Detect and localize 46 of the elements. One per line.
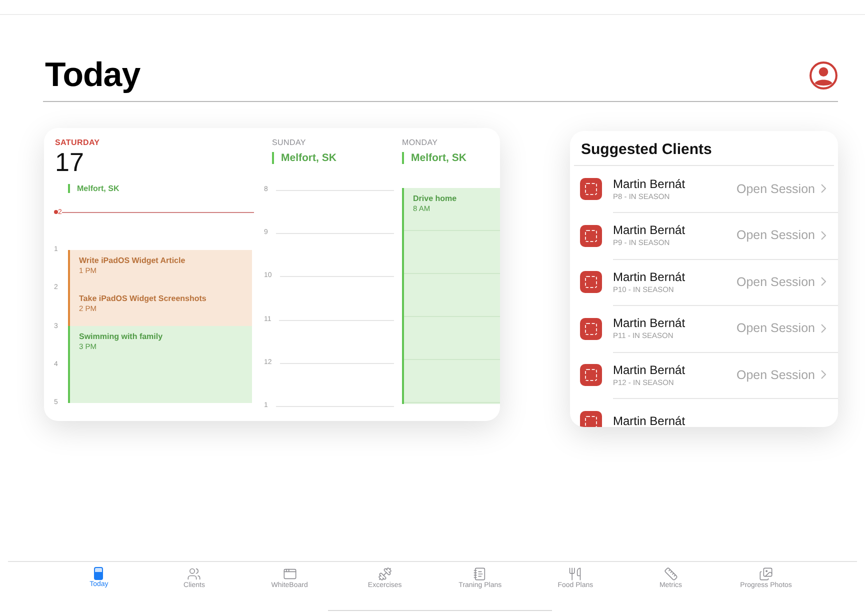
client-avatar-icon: [580, 271, 602, 294]
event-title: Write iPadOS Widget Article: [79, 256, 186, 265]
open-session-button[interactable]: Open Session: [736, 274, 826, 289]
card-title: Suggested Clients: [574, 131, 834, 166]
day-name: SUNDAY: [272, 138, 306, 147]
client-name: Martin Bernát: [613, 270, 686, 284]
tab-icon: [378, 567, 392, 581]
chevron-icon: [821, 324, 826, 333]
chevron-icon: [821, 370, 826, 380]
event-title: Drive home: [413, 194, 457, 203]
client-row[interactable]: Martin Bernát: [570, 398, 838, 427]
client-name: Martin Bernát: [613, 316, 686, 330]
profile-icon[interactable]: [809, 61, 838, 90]
tab-icon: [282, 567, 297, 581]
client-name: Martin Bernát: [613, 176, 686, 191]
location-label: Melfort, SK: [402, 152, 466, 164]
client-name: Martin Bernát: [613, 223, 686, 238]
tab-icon: [759, 567, 774, 581]
client-avatar-icon: [580, 318, 602, 340]
tab-icon: [664, 567, 678, 581]
day-date: 17: [55, 149, 84, 175]
day-name: MONDAY: [402, 138, 438, 147]
chevron-icon: [821, 184, 826, 194]
client-avatar-icon: [580, 178, 602, 200]
open-session-button[interactable]: Open Session: [736, 321, 826, 336]
client-avatar-icon: [580, 224, 602, 247]
location-label: Melfort, SK: [68, 184, 120, 193]
chevron-icon: [821, 277, 826, 286]
client-name: Martin Bernát: [613, 414, 686, 427]
event-title: Swimming with family: [79, 332, 163, 341]
tab-icon: [187, 567, 202, 581]
client-avatar-icon: [580, 364, 602, 386]
tab-icon: [473, 567, 488, 581]
day-name: SATURDAY: [55, 138, 100, 147]
open-session-button[interactable]: Open Session: [736, 368, 826, 382]
tab-icon: [568, 567, 582, 581]
current-time-dot: [54, 210, 58, 214]
today-icon: [94, 567, 104, 580]
client-name: Martin Bernát: [613, 362, 686, 377]
event-title: Take iPadOS Widget Screenshots: [79, 294, 206, 303]
open-session-button[interactable]: Open Session: [736, 228, 826, 242]
location-label: Melfort, SK: [272, 152, 336, 164]
open-session-button[interactable]: Open Session: [736, 182, 826, 196]
chevron-icon: [821, 230, 826, 240]
client-avatar-icon: [580, 410, 602, 427]
page-title: Today: [45, 56, 140, 95]
